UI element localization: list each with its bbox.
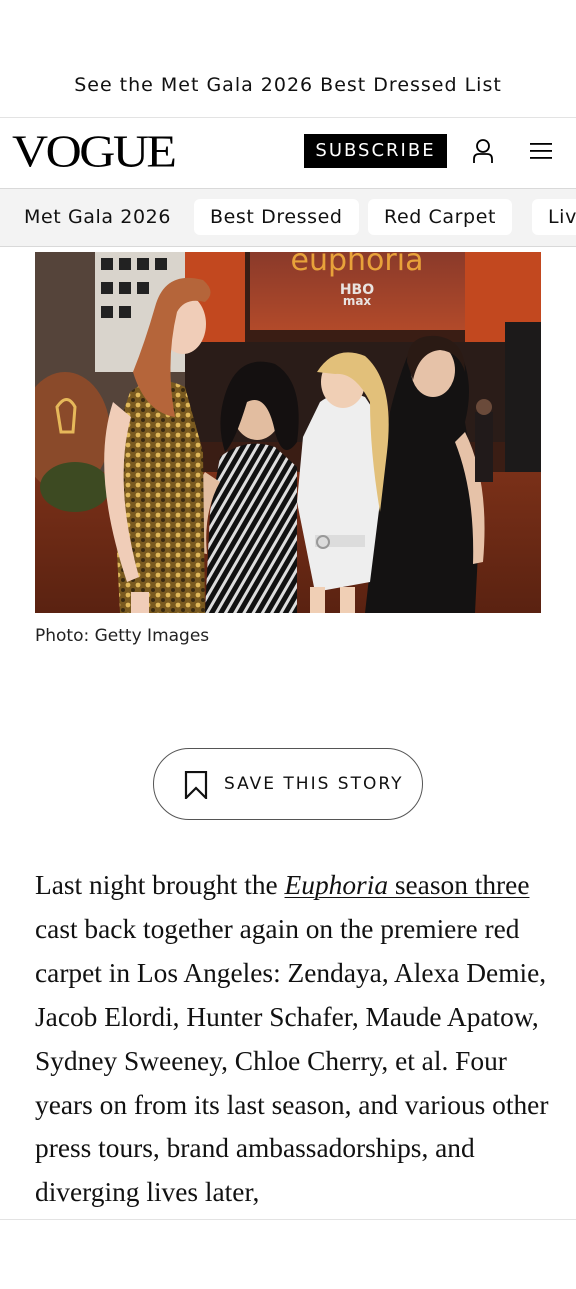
- bottom-bar: [0, 1220, 576, 1289]
- promo-banner: See the Met Gala 2026 Best Dressed List: [0, 0, 576, 118]
- divider: [0, 246, 576, 247]
- promo-link[interactable]: See the Met Gala 2026 Best Dressed List: [0, 74, 576, 96]
- article-text-start: Last night brought the: [35, 870, 285, 900]
- vogue-logo[interactable]: VOGUE: [12, 127, 177, 175]
- euphoria-season-three-link[interactable]: Euphoria season three: [285, 870, 530, 900]
- article-photo: euphoria HBO max: [35, 252, 541, 613]
- subscribe-button[interactable]: SUBSCRIBE: [304, 134, 447, 168]
- photo-caption: Photo: Getty Images: [35, 626, 210, 646]
- nav-item-live[interactable]: Live: [532, 199, 576, 235]
- nav-item-met-gala-2026[interactable]: Met Gala 2026: [8, 199, 187, 235]
- sign-brand-2: max: [343, 294, 372, 308]
- link-italic: Euphoria: [284, 870, 389, 900]
- save-story-button[interactable]: SAVE THIS STORY: [153, 748, 423, 820]
- article-text-rest: cast back together again on the premiere…: [35, 913, 549, 1208]
- bookmark-icon: [184, 771, 208, 799]
- save-story-label: SAVE THIS STORY: [224, 774, 404, 794]
- article-body: Last night brought the Euphoria season t…: [35, 864, 550, 1215]
- site-header: VOGUE SUBSCRIBE: [0, 118, 576, 188]
- sign-text: euphoria: [291, 252, 424, 278]
- channel-nav: Met Gala 2026 Best Dressed Red Carpet Li…: [0, 189, 576, 246]
- user-icon[interactable]: [470, 138, 496, 164]
- nav-item-best-dressed[interactable]: Best Dressed: [194, 199, 359, 235]
- nav-item-red-carpet[interactable]: Red Carpet: [368, 199, 513, 235]
- premiere-photo: euphoria HBO max: [35, 252, 541, 613]
- hamburger-menu-icon[interactable]: [529, 140, 553, 162]
- link-rest: season three: [388, 870, 530, 900]
